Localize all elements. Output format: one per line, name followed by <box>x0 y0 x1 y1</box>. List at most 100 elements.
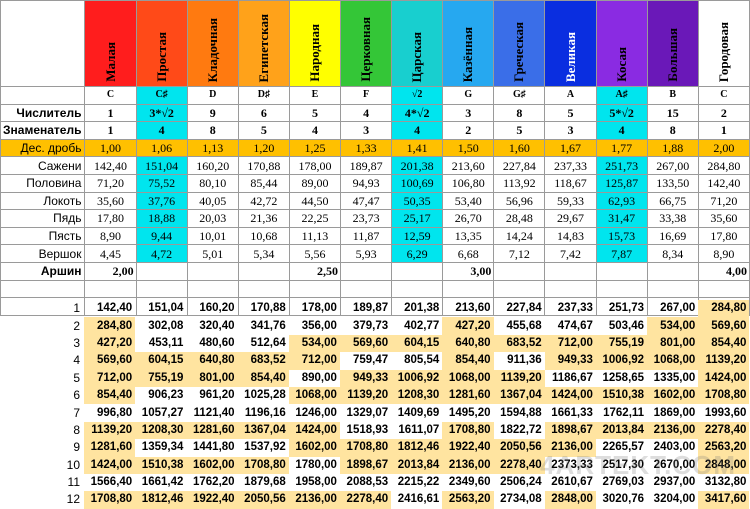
multiple-cell[interactable]: 1762,11 <box>596 404 647 421</box>
value-cell[interactable]: 4,45 <box>84 244 137 263</box>
header-cell-12[interactable]: Городовая <box>697 0 750 87</box>
spreadsheet[interactable]: Малая Простая Кладочная Египетская Народная Ц… <box>0 0 750 509</box>
multiple-cell[interactable]: 854,40 <box>442 352 494 370</box>
value-cell[interactable]: 35,60 <box>84 191 137 211</box>
multiple-cell[interactable]: 1424,00 <box>544 386 596 405</box>
value-cell[interactable]: 47,47 <box>340 191 393 211</box>
value-cell[interactable]: 6,29 <box>391 244 444 263</box>
value-cell[interactable]: 8 <box>186 121 239 140</box>
multiple-cell[interactable]: 2136,00 <box>442 456 494 474</box>
value-cell[interactable]: 59,33 <box>544 191 597 211</box>
value-cell[interactable]: 142,40 <box>84 156 137 175</box>
empty-cell[interactable] <box>135 279 188 299</box>
note-cell[interactable]: C <box>697 86 750 105</box>
row-number[interactable]: 3 <box>0 335 84 352</box>
multiple-cell[interactable]: 805,54 <box>391 352 442 369</box>
notes-label-cell[interactable] <box>0 86 86 105</box>
multiple-cell[interactable]: 379,73 <box>340 317 391 334</box>
multiple-cell[interactable]: 1409,69 <box>391 404 442 421</box>
multiple-cell[interactable]: 2278,40 <box>698 421 750 440</box>
value-cell[interactable]: 50,35 <box>391 191 444 211</box>
value-cell[interactable]: 22,25 <box>288 209 342 228</box>
value-cell[interactable]: 5 <box>237 121 290 140</box>
value-cell[interactable]: 5,56 <box>288 244 342 263</box>
value-cell[interactable]: 14,83 <box>544 226 597 246</box>
multiple-cell[interactable]: 911,36 <box>494 352 545 369</box>
note-cell[interactable]: √2 <box>391 86 444 105</box>
value-cell[interactable]: 10,68 <box>237 226 290 246</box>
multiple-cell[interactable]: 2506,24 <box>494 474 545 491</box>
multiple-cell[interactable]: 1661,33 <box>545 404 596 421</box>
value-cell[interactable]: 2,00 <box>84 261 137 281</box>
multiple-cell[interactable]: 854,40 <box>237 369 289 387</box>
multiple-cell[interactable]: 1281,60 <box>442 386 494 405</box>
multiple-cell[interactable]: 2278,40 <box>493 456 545 474</box>
value-cell[interactable]: 14,24 <box>493 226 546 246</box>
multiple-cell[interactable]: 1068,00 <box>442 369 494 387</box>
multiple-cell[interactable]: 759,47 <box>340 352 391 369</box>
row-number[interactable]: 7 <box>0 404 84 421</box>
value-cell[interactable]: 2,50 <box>288 261 342 281</box>
row-number[interactable]: 1 <box>0 300 84 317</box>
multiple-cell[interactable]: 755,19 <box>135 369 187 387</box>
multiple-cell[interactable]: 1025,28 <box>238 387 289 404</box>
multiple-cell[interactable]: 1602,00 <box>647 386 699 405</box>
multiple-cell[interactable]: 755,19 <box>595 334 648 353</box>
note-cell[interactable]: A <box>544 86 597 105</box>
multiple-cell[interactable]: 341,76 <box>238 317 289 334</box>
multiple-cell[interactable]: 455,68 <box>494 317 545 334</box>
multiple-cell[interactable]: 1424,00 <box>698 369 750 387</box>
value-cell[interactable] <box>340 261 393 281</box>
row-label[interactable]: Сажени <box>0 156 86 175</box>
empty-cell[interactable] <box>646 279 699 299</box>
multiple-cell[interactable]: 1068,00 <box>288 386 340 405</box>
multiple-cell[interactable]: 160,20 <box>186 300 237 317</box>
value-cell[interactable]: 6 <box>237 103 290 123</box>
multiple-cell[interactable]: 170,88 <box>238 300 289 317</box>
multiple-cell[interactable]: 1594,88 <box>494 404 545 421</box>
multiple-cell[interactable]: 427,20 <box>84 334 136 353</box>
value-cell[interactable]: 4 <box>288 121 342 140</box>
empty-cell[interactable] <box>442 279 495 299</box>
value-cell[interactable]: 5 <box>544 103 597 123</box>
value-cell[interactable]: 170,88 <box>237 156 290 175</box>
multiple-cell[interactable]: 1208,30 <box>135 421 187 440</box>
value-cell[interactable]: 75,52 <box>135 173 188 193</box>
empty-cell[interactable] <box>186 279 239 299</box>
value-cell[interactable]: 8 <box>646 121 699 140</box>
value-cell[interactable]: 1,25 <box>288 138 342 158</box>
value-cell[interactable]: 53,40 <box>442 191 495 211</box>
multiple-cell[interactable]: 1566,40 <box>84 474 135 491</box>
multiple-cell[interactable]: 402,77 <box>391 317 442 334</box>
row-label[interactable]: Половина <box>0 173 86 193</box>
multiple-cell[interactable]: 801,00 <box>647 334 699 353</box>
row-label[interactable]: Аршин <box>0 261 86 281</box>
value-cell[interactable]: 25,17 <box>391 209 444 228</box>
empty-cell[interactable] <box>340 279 393 299</box>
multiple-cell[interactable]: 640,80 <box>186 352 238 370</box>
multiple-cell[interactable]: 2136,00 <box>288 491 340 509</box>
multiple-cell[interactable]: 1708,80 <box>698 386 750 405</box>
multiple-cell[interactable]: 1708,80 <box>339 439 392 457</box>
value-cell[interactable]: 20,03 <box>186 209 239 228</box>
multiple-cell[interactable]: 1281,60 <box>84 439 136 457</box>
header-cell-3[interactable]: Египетская <box>237 0 290 87</box>
multiple-cell[interactable]: 284,80 <box>84 317 136 335</box>
value-cell[interactable]: 237,33 <box>544 156 597 175</box>
multiple-cell[interactable]: 683,52 <box>493 334 545 353</box>
value-cell[interactable]: 3 <box>544 121 597 140</box>
multiple-cell[interactable]: 201,38 <box>391 300 442 317</box>
row-label[interactable]: Вершок <box>0 244 86 263</box>
multiple-cell[interactable]: 2563,20 <box>442 491 494 509</box>
multiple-cell[interactable]: 1068,00 <box>647 352 699 370</box>
value-cell[interactable]: 13,35 <box>442 226 495 246</box>
multiple-cell[interactable]: 1208,30 <box>391 386 443 405</box>
value-cell[interactable]: 1,77 <box>595 138 648 158</box>
value-cell[interactable]: 125,87 <box>595 173 648 193</box>
value-cell[interactable]: 94,93 <box>340 173 393 193</box>
value-cell[interactable]: 9 <box>186 103 239 123</box>
row-label[interactable]: Пясть <box>0 226 86 246</box>
value-cell[interactable]: 29,67 <box>544 209 597 228</box>
value-cell[interactable]: 85,44 <box>237 173 290 193</box>
value-cell[interactable]: 35,60 <box>697 209 750 228</box>
